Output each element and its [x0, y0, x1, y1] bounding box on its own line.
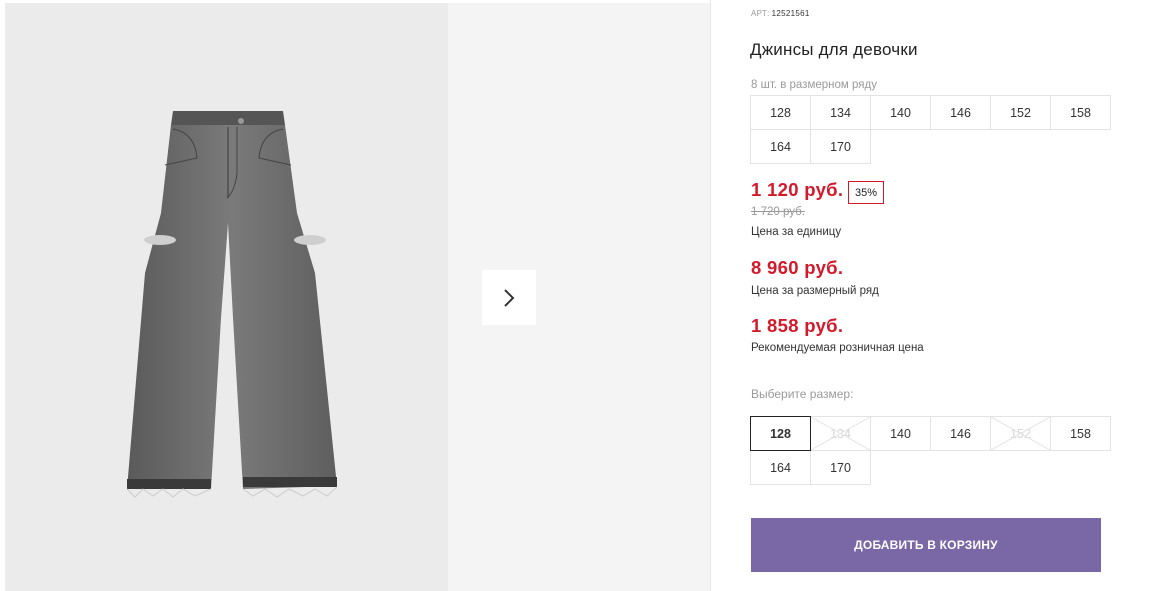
size-option-170[interactable]: 170	[810, 450, 871, 485]
size-row-grid: 128 134 140 146 152 158 164 170	[750, 95, 1111, 164]
size-row-price: 8 960 руб.	[751, 257, 844, 278]
retail-price-label: Рекомендуемая розничная цена	[751, 342, 924, 354]
product-title: Джинсы для девочки	[750, 40, 918, 59]
retail-price: 1 858 руб.	[751, 315, 844, 336]
choose-size-caption: Выберите размер:	[751, 387, 854, 401]
unit-price-label: Цена за единицу	[751, 226, 842, 238]
unavailable-cross-icon	[991, 417, 1050, 450]
size-option-152[interactable]: 152	[990, 416, 1051, 451]
size-row-caption: 8 шт. в размерном ряду	[751, 79, 877, 91]
article-number: АРТ: 12521561	[751, 9, 810, 18]
size-row-cell: 152	[990, 95, 1051, 130]
size-row-cell: 128	[750, 95, 811, 130]
size-row-price-label: Цена за размерный ряд	[751, 285, 879, 297]
article-label: АРТ:	[751, 9, 770, 18]
old-price: 1 720 руб.	[751, 206, 805, 218]
size-option-128[interactable]: 128	[750, 416, 811, 451]
unavailable-cross-icon	[811, 417, 870, 450]
article-value: 12521561	[771, 9, 810, 18]
size-option-label: 170	[830, 460, 851, 475]
jeans-image	[126, 111, 338, 498]
size-option-158[interactable]: 158	[1050, 416, 1111, 451]
size-option-134[interactable]: 134	[810, 416, 871, 451]
size-option-label: 158	[1070, 426, 1091, 441]
panel-divider	[710, 0, 711, 591]
size-option-146[interactable]: 146	[930, 416, 991, 451]
size-option-label: 146	[950, 426, 971, 441]
size-row-cell: 164	[750, 129, 811, 164]
size-row-cell: 146	[930, 95, 991, 130]
gallery-next-button[interactable]	[482, 270, 536, 325]
size-selector: 128 134 140 146 152 158 164 170	[750, 416, 1111, 485]
size-row-cell: 158	[1050, 95, 1111, 130]
size-row-cell: 140	[870, 95, 931, 130]
size-option-label: 164	[770, 460, 791, 475]
size-option-140[interactable]: 140	[870, 416, 931, 451]
unit-price: 1 120 руб.	[751, 179, 844, 200]
discount-badge: 35%	[848, 181, 884, 204]
product-photo[interactable]	[5, 3, 448, 591]
size-row-cell: 170	[810, 129, 871, 164]
add-to-cart-button[interactable]: ДОБАВИТЬ В КОРЗИНУ	[751, 518, 1101, 572]
chevron-right-icon	[504, 288, 515, 307]
size-option-label: 140	[890, 426, 911, 441]
size-option-label: 128	[770, 426, 791, 441]
size-option-164[interactable]: 164	[750, 450, 811, 485]
size-row-cell: 134	[810, 95, 871, 130]
product-gallery	[0, 0, 711, 591]
